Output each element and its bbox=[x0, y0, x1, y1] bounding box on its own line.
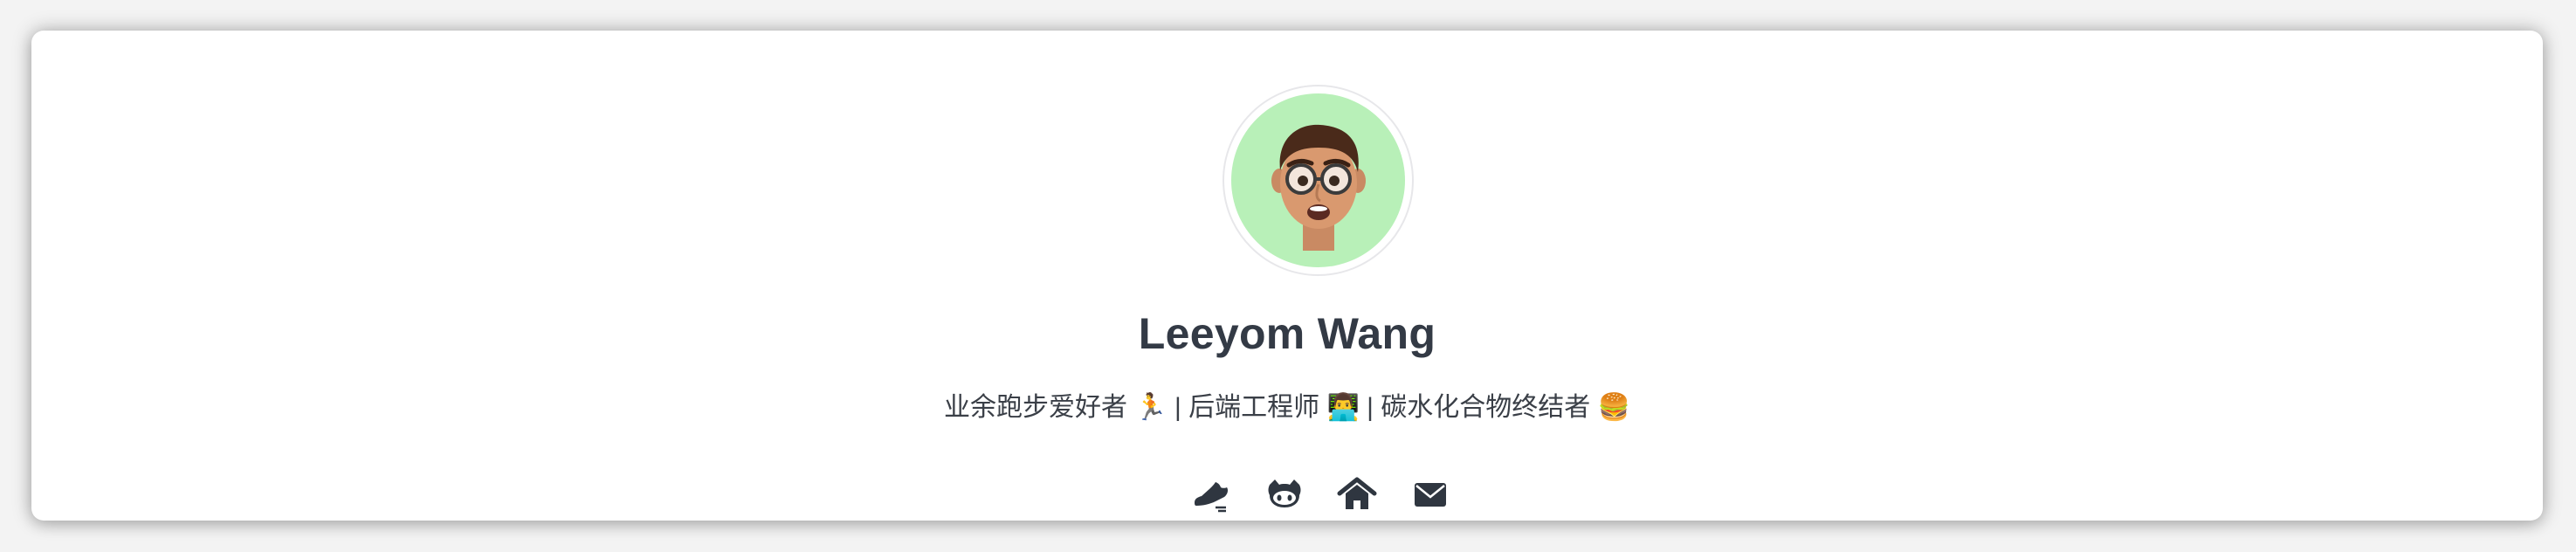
profile-name: Leeyom Wang bbox=[1138, 309, 1436, 358]
home-icon bbox=[1337, 477, 1377, 509]
github-icon bbox=[1268, 480, 1301, 507]
page: Leeyom Wang 业余跑步爱好者 🏃 | 后端工程师 👨‍💻 | 碳水化合… bbox=[0, 0, 2576, 552]
profile-card: Leeyom Wang 业余跑步爱好者 🏃 | 后端工程师 👨‍💻 | 碳水化合… bbox=[31, 31, 2543, 521]
github-link[interactable] bbox=[1263, 473, 1306, 516]
profile-bio: 业余跑步爱好者 🏃 | 后端工程师 👨‍💻 | 碳水化合物终结者 🍔 bbox=[944, 393, 1630, 422]
running-shoe-link[interactable] bbox=[1189, 473, 1233, 516]
avatar-ring bbox=[1223, 85, 1414, 276]
avatar bbox=[1231, 93, 1405, 267]
mail-link[interactable] bbox=[1409, 473, 1452, 516]
social-links bbox=[1158, 473, 1446, 516]
memoji-avatar-icon bbox=[1271, 124, 1366, 251]
running-shoe-icon bbox=[1195, 482, 1228, 513]
home-link[interactable] bbox=[1335, 473, 1379, 516]
mail-icon bbox=[1415, 483, 1446, 507]
